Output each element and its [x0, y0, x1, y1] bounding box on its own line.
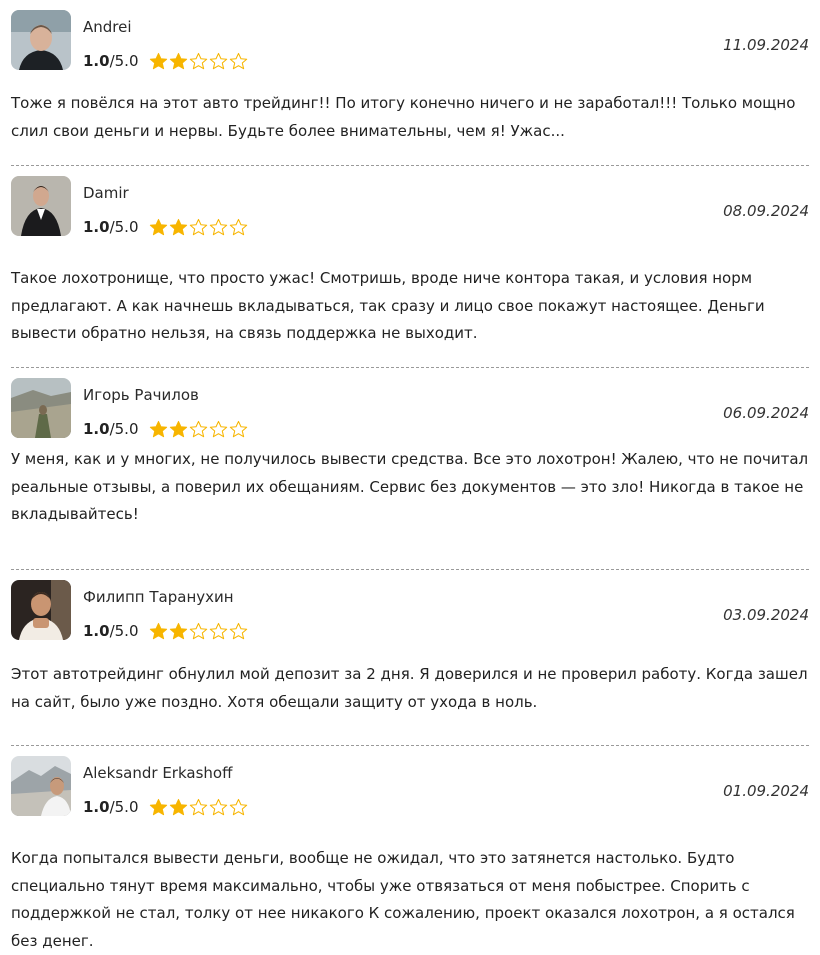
- star-filled-icon: [149, 52, 167, 69]
- review-rating: 1.0 /5.0: [83, 796, 248, 818]
- user-photo-icon: [11, 756, 71, 816]
- review-header: Игорь Рачилов 1.0 /5.0 06.09.2024: [11, 368, 809, 448]
- review-header: Andrei 1.0 /5.0 11.09.2024: [11, 0, 809, 80]
- star-filled-icon: [169, 798, 187, 815]
- rating-max: /5.0: [109, 420, 139, 438]
- review-date: 01.09.2024: [723, 782, 809, 800]
- review-rating: 1.0 /5.0: [83, 50, 248, 72]
- star-filled-icon: [169, 622, 187, 639]
- user-photo-icon: [11, 176, 71, 236]
- rating-value: 1.0: [83, 420, 110, 438]
- star-filled-icon: [169, 52, 187, 69]
- rating-max: /5.0: [109, 798, 139, 816]
- review-item: Damir 1.0 /5.0 08.09.2024 Такое лохотрон…: [11, 166, 809, 368]
- review-text: Этот автотрейдинг обнулил мой депозит за…: [11, 665, 808, 711]
- review-text: Такое лохотронище, что просто ужас! Смот…: [11, 269, 765, 342]
- star-empty-icon: [189, 52, 207, 69]
- review-item: Филипп Таранухин 1.0 /5.0 03.09.2024 Это…: [11, 570, 809, 746]
- review-rating: 1.0 /5.0: [83, 216, 248, 238]
- user-photo-icon: [11, 378, 71, 438]
- star-empty-icon: [189, 798, 207, 815]
- star-empty-icon: [189, 218, 207, 235]
- star-filled-icon: [149, 798, 167, 815]
- star-empty-icon: [229, 798, 247, 815]
- review-author[interactable]: Damir: [83, 184, 129, 202]
- rating-max: /5.0: [109, 622, 139, 640]
- star-empty-icon: [189, 622, 207, 639]
- star-filled-icon: [169, 218, 187, 235]
- review-author[interactable]: Andrei: [83, 18, 132, 36]
- rating-value: 1.0: [83, 218, 110, 236]
- review-item: Aleksandr Erkashoff 1.0 /5.0 01.09.2024 …: [11, 746, 809, 950]
- review-header: Damir 1.0 /5.0 08.09.2024: [11, 166, 809, 246]
- review-date: 06.09.2024: [723, 404, 809, 422]
- rating-max: /5.0: [109, 52, 139, 70]
- review-date: 11.09.2024: [723, 36, 809, 54]
- reviews-list: Andrei 1.0 /5.0 11.09.2024 Тоже я повёлс…: [0, 0, 820, 950]
- review-rating: 1.0 /5.0: [83, 620, 248, 642]
- star-rating: [149, 798, 248, 817]
- star-rating: [149, 622, 248, 641]
- review-item: Andrei 1.0 /5.0 11.09.2024 Тоже я повёлс…: [11, 0, 809, 166]
- star-empty-icon: [209, 798, 227, 815]
- user-photo-icon: [11, 580, 71, 640]
- star-filled-icon: [169, 420, 187, 437]
- star-empty-icon: [229, 218, 247, 235]
- star-rating: [149, 218, 248, 237]
- star-filled-icon: [149, 420, 167, 437]
- rating-value: 1.0: [83, 622, 110, 640]
- review-header: Aleksandr Erkashoff 1.0 /5.0 01.09.2024: [11, 746, 809, 826]
- star-filled-icon: [149, 218, 167, 235]
- user-photo-icon: [11, 10, 71, 70]
- review-author[interactable]: Игорь Рачилов: [83, 386, 199, 404]
- review-text: У меня, как и у многих, не получилось вы…: [11, 450, 809, 523]
- review-author[interactable]: Филипп Таранухин: [83, 588, 234, 606]
- review-date: 03.09.2024: [723, 606, 809, 624]
- star-empty-icon: [209, 420, 227, 437]
- star-empty-icon: [209, 52, 227, 69]
- review-text: Когда попытался вывести деньги, вообще н…: [11, 849, 795, 950]
- rating-value: 1.0: [83, 798, 110, 816]
- star-empty-icon: [209, 622, 227, 639]
- review-date: 08.09.2024: [723, 202, 809, 220]
- star-empty-icon: [229, 52, 247, 69]
- rating-max: /5.0: [109, 218, 139, 236]
- star-rating: [149, 52, 248, 71]
- star-empty-icon: [229, 420, 247, 437]
- review-header: Филипп Таранухин 1.0 /5.0 03.09.2024: [11, 570, 809, 650]
- review-author[interactable]: Aleksandr Erkashoff: [83, 764, 232, 782]
- star-filled-icon: [149, 622, 167, 639]
- star-empty-icon: [189, 420, 207, 437]
- rating-value: 1.0: [83, 52, 110, 70]
- review-rating: 1.0 /5.0: [83, 418, 248, 440]
- star-rating: [149, 420, 248, 439]
- star-empty-icon: [229, 622, 247, 639]
- review-item: Игорь Рачилов 1.0 /5.0 06.09.2024 У меня…: [11, 368, 809, 570]
- star-empty-icon: [209, 218, 227, 235]
- review-text: Тоже я повёлся на этот авто трейдинг!! П…: [11, 94, 796, 140]
